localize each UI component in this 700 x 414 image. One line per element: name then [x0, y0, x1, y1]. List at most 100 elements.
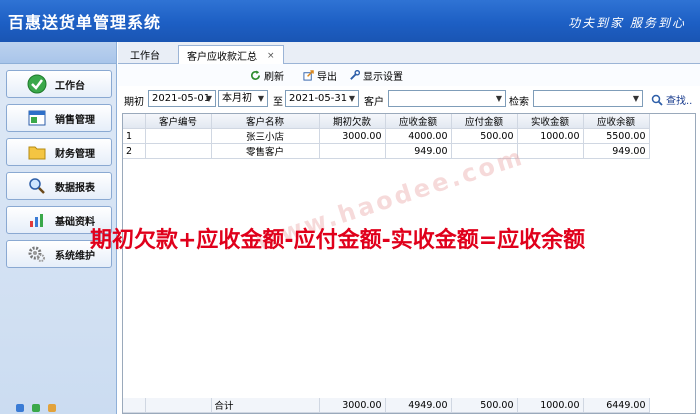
- cell-receivable: 949.00: [385, 143, 452, 159]
- export-icon: [303, 70, 314, 81]
- start-date-value: 2021-05-01: [152, 93, 211, 104]
- cell-received: [517, 143, 584, 159]
- sidebar-item-sales[interactable]: 销售管理: [6, 104, 112, 132]
- summary-label: 合计: [211, 398, 320, 413]
- search-label: 检索: [509, 97, 529, 108]
- tab-customer-receivables[interactable]: 客户应收款汇总 ×: [178, 45, 284, 65]
- refresh-button[interactable]: 刷新: [250, 68, 284, 83]
- summary-cell: [123, 398, 146, 413]
- column-header[interactable]: 应收余额: [583, 114, 650, 129]
- sidebar-item-basic-data[interactable]: 基础资料: [6, 206, 112, 234]
- end-date-value: 2021-05-31: [289, 93, 348, 104]
- summary-received: 1000.00: [517, 398, 584, 413]
- cell-payable: [451, 143, 518, 159]
- magnifier-icon: [27, 176, 47, 196]
- summary-cell: [145, 398, 212, 413]
- chart-icon: [27, 210, 47, 230]
- status-dot-icon: [32, 404, 40, 412]
- data-table: 客户编号 客户名称 期初欠款 应收金额 应付金额 实收金额 应收余额 1 张三小…: [123, 114, 650, 159]
- receivables-grid: 客户编号 客户名称 期初欠款 应收金额 应付金额 实收金额 应收余额 1 张三小…: [122, 113, 696, 414]
- status-dot-icon: [48, 404, 56, 412]
- period-select[interactable]: 本月初 ▼: [218, 90, 268, 107]
- find-label: 查找..: [666, 96, 693, 107]
- cell-opening-debt: 3000.00: [319, 128, 386, 144]
- sidebar-item-label: 销售管理: [55, 114, 95, 126]
- chevron-down-icon[interactable]: ▼: [346, 91, 358, 106]
- customer-label: 客户: [364, 97, 384, 108]
- tab-strip: 工作台 客户应收款汇总 ×: [118, 42, 700, 65]
- table-row[interactable]: 2 零售客户 949.00 949.00: [123, 143, 650, 159]
- cell-payable: 500.00: [451, 128, 518, 144]
- summary-row: 合计 3000.00 4949.00 500.00 1000.00 6449.0…: [123, 398, 650, 413]
- sidebar-item-label: 工作台: [55, 80, 85, 92]
- app-title: 百惠送货单管理系统: [8, 13, 162, 32]
- sidebar-item-label: 财务管理: [55, 148, 95, 160]
- sidebar-item-reports[interactable]: 数据报表: [6, 172, 112, 200]
- sidebar-item-system[interactable]: 系统维护: [6, 240, 112, 268]
- chevron-down-icon[interactable]: ▼: [255, 91, 267, 106]
- refresh-label: 刷新: [264, 72, 284, 83]
- cell-customer-code: [145, 128, 212, 144]
- chevron-down-icon[interactable]: ▼: [493, 91, 505, 106]
- find-button[interactable]: 查找..: [651, 92, 692, 107]
- to-label: 至: [273, 97, 283, 108]
- column-header[interactable]: 客户编号: [145, 114, 212, 129]
- column-header[interactable]: [123, 114, 146, 129]
- tab-label: 工作台: [130, 51, 160, 62]
- column-header[interactable]: 期初欠款: [319, 114, 386, 129]
- summary-table: 合计 3000.00 4949.00 500.00 1000.00 6449.0…: [123, 398, 650, 413]
- cell-customer-name: 零售客户: [211, 143, 320, 159]
- sidebar-header: [0, 42, 116, 64]
- sidebar-item-label: 基础资料: [55, 216, 95, 228]
- column-header[interactable]: 实收金额: [517, 114, 584, 129]
- cell-customer-name: 张三小店: [211, 128, 320, 144]
- main-panel: 工作台 客户应收款汇总 × 刷新 导出 显示设置 期初 2021-05-01 ▼…: [118, 42, 700, 414]
- customer-select[interactable]: ▼: [388, 90, 506, 107]
- column-header[interactable]: 应付金额: [451, 114, 518, 129]
- cell-opening-debt: [319, 143, 386, 159]
- window-icon: [27, 108, 47, 128]
- sidebar: 工作台 销售管理 财务管理 数据报表 基础资料 系统维护: [0, 42, 117, 414]
- start-date-field[interactable]: 2021-05-01 ▼: [148, 90, 216, 107]
- sidebar-item-workbench[interactable]: 工作台: [6, 70, 112, 98]
- refresh-icon: [251, 70, 260, 80]
- app-slogan: 功夫到家 服务到心: [568, 16, 686, 30]
- sidebar-item-finance[interactable]: 财务管理: [6, 138, 112, 166]
- row-index: 2: [123, 143, 146, 159]
- cell-balance: 949.00: [583, 143, 650, 159]
- cell-customer-code: [145, 143, 212, 159]
- summary-balance: 6449.00: [583, 398, 650, 413]
- export-label: 导出: [317, 72, 337, 83]
- tab-label: 客户应收款汇总: [187, 52, 257, 63]
- cell-received: 1000.00: [517, 128, 584, 144]
- cell-balance: 5500.00: [583, 128, 650, 144]
- tab-workbench[interactable]: 工作台: [122, 45, 168, 64]
- settings-icon: [350, 70, 360, 80]
- summary-receivable: 4949.00: [385, 398, 452, 413]
- chevron-down-icon[interactable]: ▼: [203, 91, 215, 106]
- close-icon[interactable]: ×: [267, 51, 275, 61]
- summary-payable: 500.00: [451, 398, 518, 413]
- search-icon: [651, 94, 663, 106]
- status-dot-icon: [16, 404, 24, 412]
- gears-icon: [27, 244, 47, 264]
- table-row[interactable]: 1 张三小店 3000.00 4000.00 500.00 1000.00 55…: [123, 128, 650, 144]
- end-date-field[interactable]: 2021-05-31 ▼: [285, 90, 359, 107]
- folder-icon: [27, 142, 47, 162]
- table-header-row: 客户编号 客户名称 期初欠款 应收金额 应付金额 实收金额 应收余额: [123, 114, 650, 129]
- column-header[interactable]: 客户名称: [211, 114, 320, 129]
- chevron-down-icon[interactable]: ▼: [630, 91, 642, 106]
- display-settings-label: 显示设置: [363, 72, 403, 83]
- filter-bar: 期初 2021-05-01 ▼ 本月初 ▼ 至 2021-05-31 ▼ 客户 …: [118, 88, 700, 110]
- summary-opening-debt: 3000.00: [319, 398, 386, 413]
- cell-receivable: 4000.00: [385, 128, 452, 144]
- check-circle-icon: [27, 74, 47, 94]
- row-index: 1: [123, 128, 146, 144]
- sidebar-footer: [0, 402, 116, 414]
- period-label: 期初: [124, 97, 144, 108]
- column-header[interactable]: 应收金额: [385, 114, 452, 129]
- display-settings-button[interactable]: 显示设置: [349, 68, 403, 83]
- period-select-value: 本月初: [222, 93, 252, 104]
- search-input[interactable]: ▼: [533, 90, 643, 107]
- export-button[interactable]: 导出: [303, 68, 337, 83]
